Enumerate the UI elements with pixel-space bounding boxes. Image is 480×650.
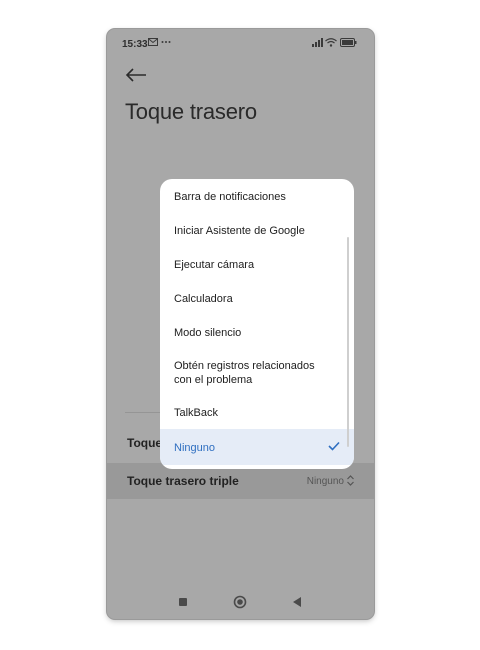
signal-icon xyxy=(312,38,323,47)
option-talkback[interactable]: TalkBack xyxy=(160,395,354,429)
back-triangle-icon[interactable] xyxy=(292,596,302,608)
checkmark-icon xyxy=(328,441,340,451)
option-calculadora[interactable]: Calculadora xyxy=(160,281,354,315)
triple-tap-value: Ninguno xyxy=(306,476,344,487)
action-dropdown-menu: Barra de notificaciones Iniciar Asistent… xyxy=(160,179,354,469)
phone-screen: 15:33 Toque trasero Toque Toque trasero … xyxy=(107,29,374,619)
battery-icon xyxy=(340,38,357,47)
triple-tap-label: Toque trasero triple xyxy=(127,474,239,488)
option-ejecutar-camara[interactable]: Ejecutar cámara xyxy=(160,247,354,281)
home-circle-icon[interactable] xyxy=(233,595,247,609)
navigation-bar xyxy=(107,585,374,619)
dropdown-scrollbar[interactable] xyxy=(347,237,349,447)
wifi-icon xyxy=(325,38,337,47)
back-arrow-icon[interactable] xyxy=(125,67,147,83)
mail-icon xyxy=(148,38,158,46)
option-ninguno[interactable]: Ninguno xyxy=(160,429,354,465)
up-down-chevron-icon xyxy=(347,475,354,486)
option-barra-de-notificaciones[interactable]: Barra de notificaciones xyxy=(160,179,354,213)
page-title: Toque trasero xyxy=(125,99,257,124)
recents-square-icon[interactable] xyxy=(178,597,188,607)
double-tap-label: Toque xyxy=(127,436,163,450)
more-dots-icon xyxy=(161,41,171,43)
option-obten-registros[interactable]: Obtén registros relacionados con el prob… xyxy=(160,349,354,395)
status-time: 15:33 xyxy=(122,39,148,50)
status-bar: 15:33 xyxy=(107,29,374,59)
option-iniciar-asistente[interactable]: Iniciar Asistente de Google xyxy=(160,213,354,247)
option-modo-silencio[interactable]: Modo silencio xyxy=(160,315,354,349)
